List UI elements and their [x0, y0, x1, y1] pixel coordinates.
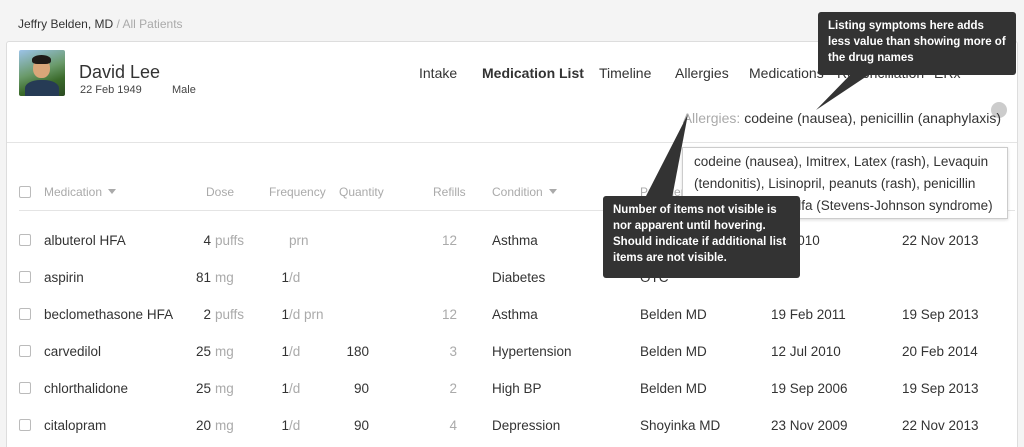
annotation-callout-bottom: Number of items not visible is nor appar… [603, 196, 800, 278]
cell-provider: Shoyinka MD [640, 418, 721, 433]
table-row[interactable]: albuterol HFA4puffsprn12Asthmaan 201022 … [7, 225, 1017, 262]
cell-refills: 2 [449, 381, 457, 396]
cell-quantity: 90 [353, 418, 369, 433]
patient-avatar [19, 50, 65, 96]
patient-name: David Lee [79, 62, 161, 82]
tab-intake[interactable]: Intake [419, 65, 457, 81]
cell-freq-unit: prn [289, 233, 309, 248]
cell-dose-num: 25 [195, 381, 211, 396]
cell-dose-unit: mg [215, 344, 234, 359]
row-checkbox[interactable] [19, 382, 31, 394]
cell-quantity: 90 [353, 381, 369, 396]
breadcrumb-all-patients[interactable]: All Patients [123, 17, 183, 31]
cell-condition: Asthma [492, 307, 538, 322]
cell-quantity: 180 [346, 344, 369, 359]
cell-refills: 4 [449, 418, 457, 433]
cell-dose-num: 2 [203, 307, 211, 322]
table-row[interactable]: citalopram 20 mg 1/d 90 4 Depression Shoyinka M… [7, 410, 1017, 447]
cell-freq-unit: /d [289, 418, 301, 433]
tab-medication-list[interactable]: Medication List [482, 65, 584, 81]
cell-refills: 12 [441, 307, 457, 322]
cell-dose-unit: puffs [215, 233, 245, 248]
breadcrumb-doctor[interactable]: Jeffry Belden, MD [18, 17, 113, 31]
cell-condition: High BP [492, 381, 542, 396]
table-row[interactable]: chlorthalidone 25 mg 1/d 90 2 High BP Belden MD… [7, 373, 1017, 410]
row-checkbox[interactable] [19, 419, 31, 431]
cell-condition: Asthma [492, 233, 538, 248]
cell-freq-unit: /d [289, 270, 301, 285]
cell-provider: Belden MD [640, 381, 707, 396]
cell-medication: beclomethasone HFA [44, 307, 174, 322]
cell-condition: Diabetes [492, 270, 546, 285]
cell-dose-unit: mg [215, 381, 234, 396]
cell-freq-unit: /d [289, 344, 301, 359]
cell-freq-unit: /d prn [289, 307, 324, 322]
cell-dose-num: 20 [195, 418, 211, 433]
column-header-refills[interactable]: Refills [433, 185, 466, 199]
cell-refills: 3 [449, 344, 457, 359]
cell-start: 23 Nov 2009 [771, 418, 848, 433]
cell-end: 22 Nov 2013 [902, 233, 979, 248]
cell-freq-num: 1 [281, 381, 289, 396]
allergy-values[interactable]: codeine (nausea), penicillin (anaphylaxi… [744, 110, 1001, 126]
annotation-callout-top: Listing symptoms here adds less value th… [818, 12, 1016, 75]
cell-start: 19 Feb 2011 [771, 307, 846, 322]
cell-start: 19 Sep 2006 [771, 381, 848, 396]
cell-freq-num: 1 [281, 270, 289, 285]
chevron-down-icon [548, 189, 557, 194]
column-header-condition[interactable]: Condition [492, 185, 557, 199]
tab-allergies[interactable]: Allergies [675, 65, 729, 81]
cell-refills: 12 [441, 233, 457, 248]
cell-medication: albuterol HFA [44, 233, 126, 248]
breadcrumb: Jeffry Belden, MD / All Patients [18, 17, 183, 31]
cell-condition: Depression [492, 418, 561, 433]
row-checkbox[interactable] [19, 308, 31, 320]
cell-freq-num: 1 [281, 418, 289, 433]
patient-dob: 22 Feb 1949 [80, 84, 142, 96]
tab-timeline[interactable]: Timeline [599, 65, 651, 81]
row-checkbox[interactable] [19, 345, 31, 357]
cell-dose-num: 4 [203, 233, 211, 248]
cell-end: 19 Sep 2013 [902, 381, 979, 396]
cell-freq-num: 1 [281, 307, 289, 322]
patient-panel: David Lee 22 Feb 1949 Male Intake Medica… [6, 41, 1018, 447]
cell-end: 19 Sep 2013 [902, 307, 979, 322]
cell-condition: Hypertension [492, 344, 572, 359]
cell-freq-unit: /d [289, 381, 301, 396]
cell-medication: chlorthalidone [44, 381, 129, 396]
cell-start: 12 Jul 2010 [771, 344, 841, 359]
cell-medication: citalopram [44, 418, 107, 433]
cell-dose-unit: mg [215, 270, 234, 285]
row-checkbox[interactable] [19, 271, 31, 283]
column-header-medication[interactable]: Medication [44, 185, 117, 199]
cell-freq-num: 1 [281, 344, 289, 359]
row-checkbox[interactable] [19, 234, 31, 246]
cell-end: 20 Feb 2014 [902, 344, 978, 359]
allergy-label: Allergies: [682, 110, 741, 126]
cell-dose-unit: puffs [215, 307, 245, 322]
column-header-dose[interactable]: Dose [206, 185, 234, 199]
table-row[interactable]: carvedilol 25 mg 1/d 180 3 Hypertension Belden … [7, 336, 1017, 373]
cell-medication: carvedilol [44, 344, 102, 359]
cell-dose-unit: mg [215, 418, 234, 433]
table-row[interactable]: beclomethasone HFA 2 puffs 1/d prn 12 Asthma B… [7, 299, 1017, 336]
breadcrumb-separator: / [113, 17, 123, 31]
column-header-frequency[interactable]: Frequency [269, 185, 326, 199]
cell-provider: Belden MD [640, 307, 707, 322]
header-divider [7, 142, 1017, 143]
column-header-quantity[interactable]: Quantity [339, 185, 384, 199]
cell-dose-num: 81 [195, 270, 211, 285]
cell-dose-num: 25 [195, 344, 211, 359]
table-row[interactable]: aspirin81mg1/dDiabetesOTC [7, 262, 1017, 299]
allergy-summary[interactable]: Allergies: codeine (nausea), penicillin … [683, 110, 1001, 126]
patient-sex: Male [172, 84, 196, 96]
tab-medications[interactable]: Medications [749, 65, 824, 81]
select-all-checkbox[interactable] [19, 186, 31, 198]
cell-end: 22 Nov 2013 [902, 418, 979, 433]
cell-medication: aspirin [44, 270, 84, 285]
chevron-down-icon [108, 189, 117, 194]
cell-provider: Belden MD [640, 344, 707, 359]
